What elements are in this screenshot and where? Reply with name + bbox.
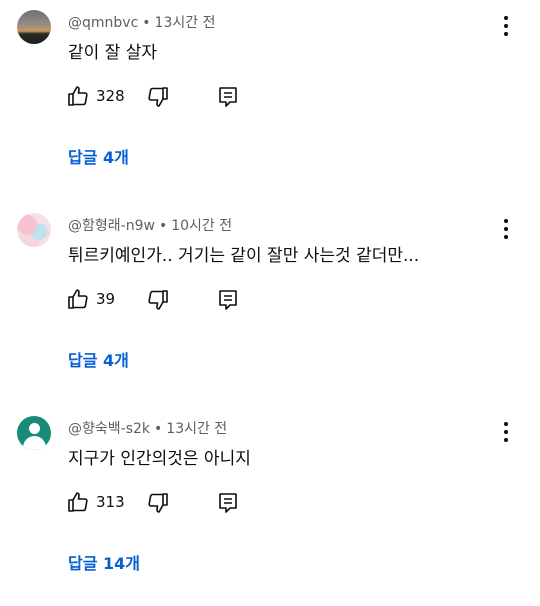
more-vertical-icon[interactable]: [496, 217, 516, 241]
comment-time[interactable]: 10시간 전: [171, 218, 232, 234]
comment-item: @함형래-n9w • 10시간 전 튀르키예인가.. 거기는 같이 잘만 사는것 같…: [0, 203, 540, 403]
default-avatar-icon: [29, 423, 40, 434]
comment-meta: @향숙백-s2k • 13시간 전: [68, 418, 227, 438]
comment-item: @qmnbvc • 13시간 전 같이 잘 살자 328 답글 4개: [0, 0, 540, 200]
meta-separator: •: [154, 421, 163, 437]
comment-time[interactable]: 13시간 전: [166, 421, 227, 437]
reply-comment-icon[interactable]: [216, 85, 240, 109]
comment-actions: 313: [66, 490, 266, 516]
comment-text: 지구가 인간의것은 아니지: [68, 449, 251, 469]
comment-time[interactable]: 13시간 전: [155, 15, 216, 31]
comment-actions: 328: [66, 84, 266, 110]
comment-actions: 39: [66, 287, 266, 313]
avatar[interactable]: [17, 213, 51, 247]
thumbs-up-icon[interactable]: [66, 490, 90, 514]
meta-separator: •: [142, 15, 151, 31]
comment-item: @향숙백-s2k • 13시간 전 지구가 인간의것은 아니지 313 답글 14개: [0, 406, 540, 606]
meta-separator: •: [158, 218, 168, 234]
like-count: 328: [96, 87, 125, 105]
avatar[interactable]: [17, 10, 51, 44]
replies-link[interactable]: 답글 4개: [68, 347, 129, 371]
comment-meta: @함형래-n9w • 10시간 전: [68, 215, 232, 235]
thumbs-down-icon[interactable]: [146, 288, 170, 312]
more-vertical-icon[interactable]: [496, 420, 516, 444]
thumbs-up-icon[interactable]: [66, 287, 90, 311]
comment-text: 튀르키예인가.. 거기는 같이 잘만 사는것 같더만...: [68, 246, 420, 266]
avatar[interactable]: [17, 416, 51, 450]
thumbs-down-icon[interactable]: [146, 491, 170, 515]
thumbs-up-icon[interactable]: [66, 84, 90, 108]
like-count: 313: [96, 493, 125, 511]
replies-link[interactable]: 답글 4개: [68, 144, 129, 168]
author-name[interactable]: @함형래-n9w: [68, 218, 155, 234]
comment-meta: @qmnbvc • 13시간 전: [68, 12, 215, 32]
reply-comment-icon[interactable]: [216, 288, 240, 312]
reply-comment-icon[interactable]: [216, 491, 240, 515]
like-count: 39: [96, 290, 116, 308]
comment-text: 같이 잘 살자: [68, 43, 158, 63]
author-name[interactable]: @qmnbvc: [68, 15, 138, 31]
thumbs-down-icon[interactable]: [146, 85, 170, 109]
replies-link[interactable]: 답글 14개: [68, 550, 140, 574]
author-name[interactable]: @향숙백-s2k: [68, 421, 150, 437]
more-vertical-icon[interactable]: [496, 14, 516, 38]
